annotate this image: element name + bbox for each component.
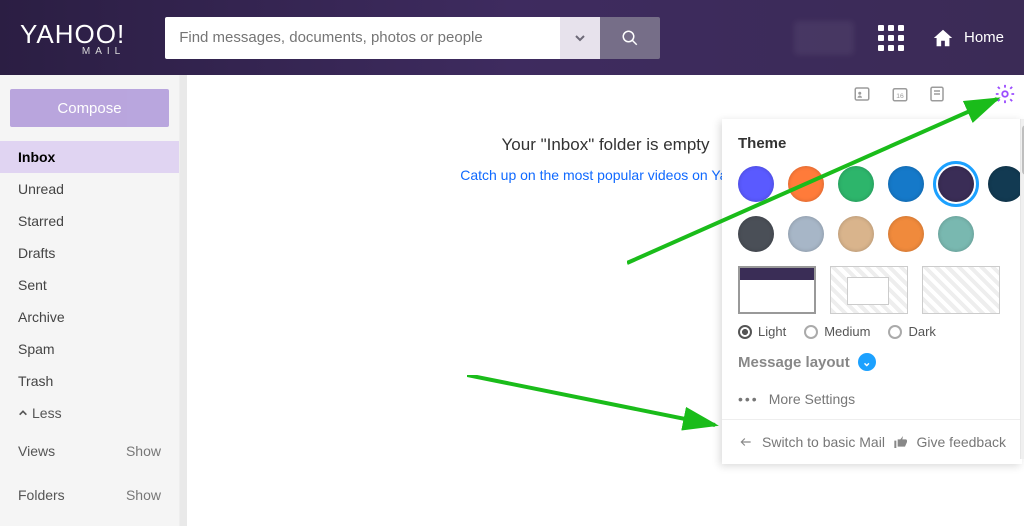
message-layout-header[interactable]: Message layout ⌄ xyxy=(738,353,1006,371)
body: Compose InboxUnreadStarredDraftsSentArch… xyxy=(0,75,1024,526)
switch-basic-label: Switch to basic Mail xyxy=(762,434,885,450)
folder-list: InboxUnreadStarredDraftsSentArchiveSpamT… xyxy=(0,141,179,397)
theme-heading: Theme xyxy=(738,135,1006,152)
panel-scrollbar[interactable] xyxy=(1020,119,1024,459)
settings-gear-icon[interactable] xyxy=(994,83,1016,110)
folder-archive[interactable]: Archive xyxy=(0,301,179,333)
theme-swatch[interactable] xyxy=(738,166,774,202)
main-content: 16 Your "Inbox" folder is empty Catch up… xyxy=(187,75,1024,526)
home-label: Home xyxy=(964,29,1004,46)
notepad-icon[interactable] xyxy=(928,85,946,108)
thumbs-up-icon xyxy=(893,434,909,450)
chevron-down-icon xyxy=(574,32,586,44)
apps-grid-icon[interactable] xyxy=(878,25,904,51)
svg-text:16: 16 xyxy=(896,93,904,100)
theme-swatch[interactable] xyxy=(788,166,824,202)
give-feedback-label: Give feedback xyxy=(917,434,1007,450)
switch-basic-link[interactable]: Switch to basic Mail xyxy=(738,434,885,450)
logo[interactable]: YAHOO! MAIL xyxy=(20,19,125,57)
section-folders[interactable]: FoldersShow xyxy=(0,473,179,517)
theme-swatch-row-2 xyxy=(738,216,1006,252)
calendar-icon[interactable]: 16 xyxy=(890,85,910,108)
folder-drafts[interactable]: Drafts xyxy=(0,237,179,269)
search-icon xyxy=(621,29,639,47)
right-toolbar: 16 xyxy=(852,83,1016,110)
folder-starred[interactable]: Starred xyxy=(0,205,179,237)
sidebar: Compose InboxUnreadStarredDraftsSentArch… xyxy=(0,75,180,526)
folder-unread[interactable]: Unread xyxy=(0,173,179,205)
section-views[interactable]: ViewsShow xyxy=(0,429,179,473)
home-link[interactable]: Home xyxy=(932,27,1004,49)
theme-swatch[interactable] xyxy=(888,216,924,252)
app-header: YAHOO! MAIL Home xyxy=(0,0,1024,75)
theme-swatch[interactable] xyxy=(938,166,974,202)
search-button[interactable] xyxy=(600,17,660,59)
density-option-2[interactable] xyxy=(830,266,908,314)
less-label: Less xyxy=(32,405,62,421)
theme-swatch[interactable] xyxy=(888,166,924,202)
theme-swatch[interactable] xyxy=(838,216,874,252)
panel-bottom-row: Switch to basic Mail Give feedback xyxy=(722,419,1022,464)
account-chip[interactable] xyxy=(794,21,854,55)
more-settings-label: More Settings xyxy=(769,391,855,407)
folder-sent[interactable]: Sent xyxy=(0,269,179,301)
compose-button[interactable]: Compose xyxy=(10,89,169,127)
theme-swatch[interactable] xyxy=(988,166,1022,202)
theme-swatch[interactable] xyxy=(788,216,824,252)
empty-state-link[interactable]: Catch up on the most popular videos on Y… xyxy=(460,167,751,183)
annotation-arrow-2 xyxy=(467,375,727,435)
ellipsis-icon: ••• xyxy=(738,391,759,407)
search-filter-dropdown[interactable] xyxy=(560,17,600,59)
mode-dark[interactable]: Dark xyxy=(888,324,935,339)
message-layout-label: Message layout xyxy=(738,354,850,371)
sidebar-scrollbar[interactable] xyxy=(180,75,187,526)
chevron-up-icon xyxy=(18,408,28,418)
mode-row: Light Medium Dark xyxy=(738,324,1006,339)
logo-subtext: MAIL xyxy=(82,46,125,57)
density-option-1[interactable] xyxy=(738,266,816,314)
folder-inbox[interactable]: Inbox xyxy=(0,141,179,173)
folder-trash[interactable]: Trash xyxy=(0,365,179,397)
mode-light[interactable]: Light xyxy=(738,324,786,339)
settings-panel: Theme Light Medium Dark Message layout ⌄ xyxy=(722,119,1022,464)
folder-spam[interactable]: Spam xyxy=(0,333,179,365)
density-option-3[interactable] xyxy=(922,266,1000,314)
more-settings-link[interactable]: ••• More Settings xyxy=(722,379,1022,419)
density-row xyxy=(738,266,1006,314)
mode-medium[interactable]: Medium xyxy=(804,324,870,339)
contacts-icon[interactable] xyxy=(852,85,872,108)
theme-swatch[interactable] xyxy=(938,216,974,252)
arrow-left-icon xyxy=(738,435,754,449)
search-input[interactable] xyxy=(165,17,560,59)
collapse-less[interactable]: Less xyxy=(0,397,179,429)
search-bar xyxy=(165,17,660,59)
theme-swatch[interactable] xyxy=(838,166,874,202)
give-feedback-link[interactable]: Give feedback xyxy=(893,434,1007,450)
theme-swatch-row-1 xyxy=(738,166,1006,202)
expand-down-icon: ⌄ xyxy=(858,353,876,371)
home-icon xyxy=(932,27,954,49)
theme-swatch[interactable] xyxy=(738,216,774,252)
